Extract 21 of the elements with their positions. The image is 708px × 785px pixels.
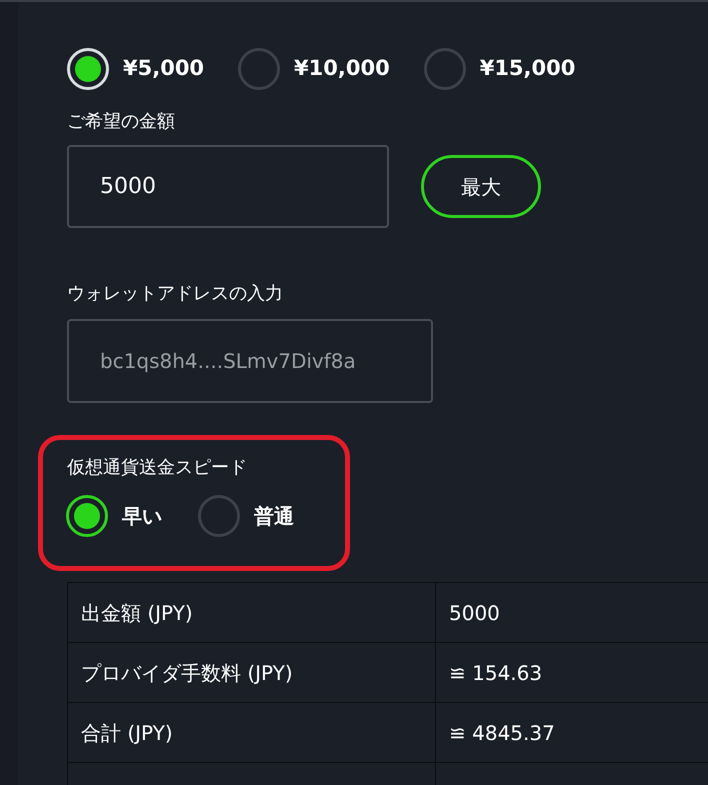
amount-option-label: ¥10,000 (294, 55, 390, 82)
table-cell: 5000 (436, 583, 708, 642)
radio-button[interactable] (424, 48, 466, 90)
speed-label: 仮想通貨送金スピード (67, 456, 248, 480)
amount-field[interactable]: 5000 (67, 145, 389, 228)
amount-option-label: ¥15,000 (480, 55, 576, 82)
radio-button[interactable] (238, 48, 280, 90)
table-cell: 合計 (JPY) (68, 703, 436, 762)
table-cell: 出金額 (JPY) (68, 583, 436, 642)
table-cell: ≌ 154.63 (436, 643, 708, 702)
radio-button[interactable] (198, 495, 240, 537)
speed-option-label: 早い (122, 503, 162, 530)
table-cell: プロバイダ手数料 (JPY) (68, 643, 436, 702)
table-cell: ≌ 4845.37 (436, 703, 708, 762)
speed-option-label: 普通 (254, 503, 294, 530)
max-button[interactable]: 最大 (421, 155, 541, 218)
radio-button[interactable] (66, 495, 108, 537)
wallet-address-field[interactable]: bc1qs8h4....SLmv7Divf8a (67, 319, 433, 403)
field-label: ご希望の金額 (67, 110, 176, 134)
field-label: ウォレットアドレスの入力 (67, 282, 284, 306)
amount-option-label: ¥5,000 (123, 55, 204, 82)
